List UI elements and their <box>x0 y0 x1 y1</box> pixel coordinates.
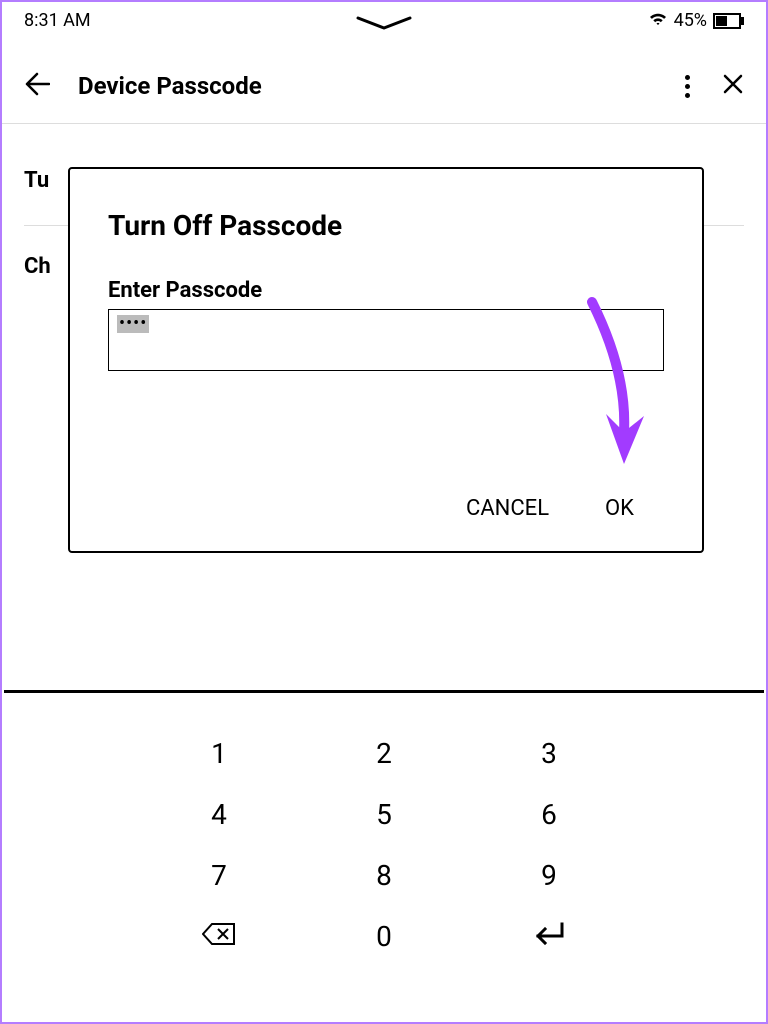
back-arrow-icon[interactable] <box>24 71 50 101</box>
passcode-label: Enter Passcode <box>108 278 664 303</box>
keypad-7[interactable]: 7 <box>159 859 279 892</box>
keypad-enter[interactable] <box>489 920 609 953</box>
overflow-menu-icon[interactable] <box>685 75 690 98</box>
numeric-keypad: 1 2 3 4 5 6 7 8 9 0 <box>4 690 764 1020</box>
keypad-9[interactable]: 9 <box>489 859 609 892</box>
ok-button[interactable]: OK <box>605 496 634 521</box>
passcode-input[interactable]: •••• <box>108 309 664 371</box>
enter-icon <box>532 922 566 946</box>
keypad-backspace[interactable] <box>159 920 279 953</box>
battery-icon <box>713 13 744 29</box>
keypad-4[interactable]: 4 <box>159 798 279 831</box>
keypad-1[interactable]: 1 <box>159 737 279 770</box>
passcode-value: •••• <box>117 315 149 333</box>
page-header: Device Passcode <box>2 49 766 123</box>
status-time: 8:31 AM <box>24 10 91 31</box>
page-title: Device Passcode <box>78 72 262 100</box>
keypad-2[interactable]: 2 <box>324 737 444 770</box>
keypad-0[interactable]: 0 <box>324 920 444 953</box>
pull-down-handle[interactable] <box>354 14 414 36</box>
battery-percent: 45% <box>674 10 707 31</box>
cancel-button[interactable]: CANCEL <box>466 496 549 521</box>
keypad-3[interactable]: 3 <box>489 737 609 770</box>
keypad-8[interactable]: 8 <box>324 859 444 892</box>
wifi-icon <box>648 10 668 31</box>
keypad-6[interactable]: 6 <box>489 798 609 831</box>
turn-off-passcode-dialog: Turn Off Passcode Enter Passcode •••• CA… <box>68 167 704 553</box>
dialog-title: Turn Off Passcode <box>108 209 664 242</box>
backspace-icon <box>202 922 236 946</box>
keypad-5[interactable]: 5 <box>324 798 444 831</box>
close-icon[interactable] <box>722 73 744 99</box>
